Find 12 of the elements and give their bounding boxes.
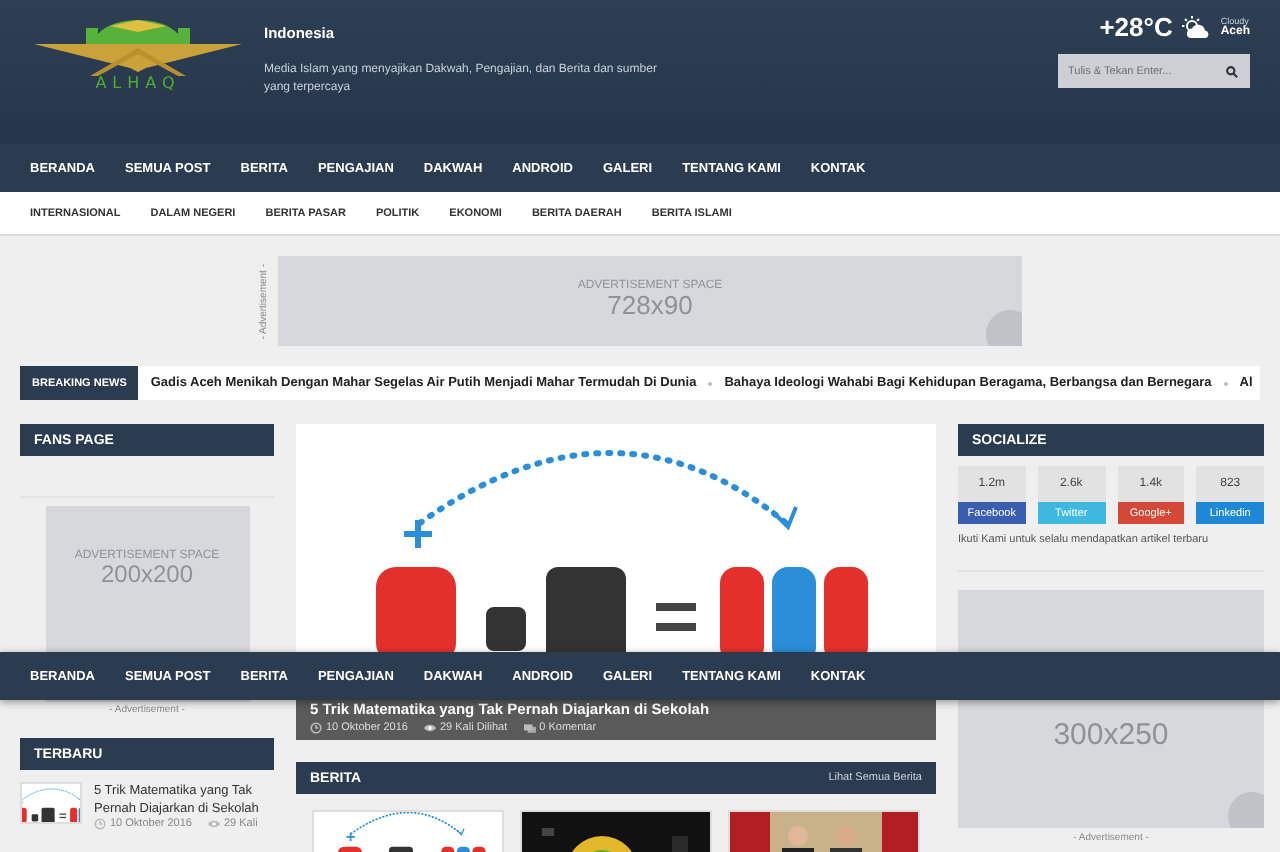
eye-icon: [423, 722, 436, 734]
temperature: +28°C: [1099, 12, 1173, 42]
eye-icon: [207, 818, 220, 830]
comments-icon: [523, 722, 536, 734]
cloudy-icon: [1180, 16, 1213, 38]
clock-icon: [94, 818, 106, 830]
ad-size: 728x90: [607, 292, 693, 322]
logo-text: ALHAQ: [95, 74, 181, 92]
ad-size: 300x250: [1053, 719, 1169, 752]
ad-size: 200x200: [100, 562, 194, 589]
search-icon[interactable]: [1226, 65, 1238, 77]
clock-icon: [310, 722, 322, 734]
